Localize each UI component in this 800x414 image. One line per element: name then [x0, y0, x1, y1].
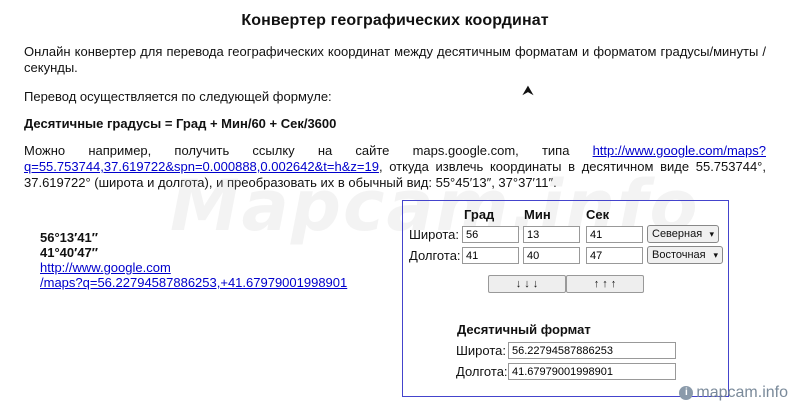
result-link-line2: /maps?q=56.22794587886253,+41.6797900199… — [40, 275, 348, 290]
lon-min-input[interactable] — [523, 247, 580, 264]
dec-lon-input[interactable] — [508, 363, 676, 380]
to-decimal-button[interactable]: ↓ ↓ ↓ — [488, 275, 566, 293]
page-title: Конвертер географических координат — [241, 12, 549, 29]
site-logo: i mapcam.info — [679, 384, 788, 402]
chevron-down-icon: ▾ — [709, 228, 714, 239]
lon-hemisphere-select[interactable]: Восточная ▾ — [647, 246, 723, 264]
formula-text: Десятичные градусы = Град + Мин/60 + Сек… — [24, 116, 337, 131]
lat-hemisphere-select[interactable]: Северная ▾ — [647, 225, 719, 243]
decimal-title: Десятичный формат — [457, 322, 591, 337]
result-lat: 56°13′41″ — [40, 230, 98, 245]
header-sec: Сек — [586, 207, 610, 222]
result-link-line1: http://www.google.com — [40, 260, 171, 275]
header-deg: Град — [464, 207, 495, 222]
to-dms-button[interactable]: ↑ ↑ ↑ — [566, 275, 644, 293]
chevron-down-icon: ▾ — [713, 249, 718, 260]
example-before: Можно например, получить ссылку на сайте… — [24, 143, 593, 158]
lon-hemisphere-value: Восточная — [652, 249, 706, 261]
lon-deg-input[interactable] — [462, 247, 519, 264]
lat-min-input[interactable] — [523, 226, 580, 243]
lon-label: Долгота: — [409, 248, 461, 263]
dec-lon-label: Долгота: — [456, 364, 508, 379]
result-link[interactable]: http://www.google.com/maps?q=56.22794587… — [40, 260, 347, 290]
lat-hemisphere-value: Северная — [652, 228, 703, 240]
logo-text: mapcam.info — [696, 384, 788, 401]
lat-label: Широта: — [409, 227, 460, 242]
lat-deg-input[interactable] — [462, 226, 519, 243]
lat-sec-input[interactable] — [586, 226, 643, 243]
example-text: Можно например, получить ссылку на сайте… — [24, 143, 766, 191]
mouse-cursor-icon: ⮝ — [522, 82, 534, 98]
dec-lat-label: Широта: — [456, 343, 507, 358]
intro-text: Онлайн конвертер для перевода географиче… — [24, 44, 766, 75]
result-block: 56°13′41″ 41°40′47″ http://www.google.co… — [40, 230, 347, 290]
formula-intro-text: Перевод осуществляется по следующей форм… — [24, 89, 332, 104]
result-lon: 41°40′47″ — [40, 245, 98, 260]
info-icon: i — [679, 386, 694, 400]
lon-sec-input[interactable] — [586, 247, 643, 264]
dec-lat-input[interactable] — [508, 342, 676, 359]
header-min: Мин — [524, 207, 551, 222]
